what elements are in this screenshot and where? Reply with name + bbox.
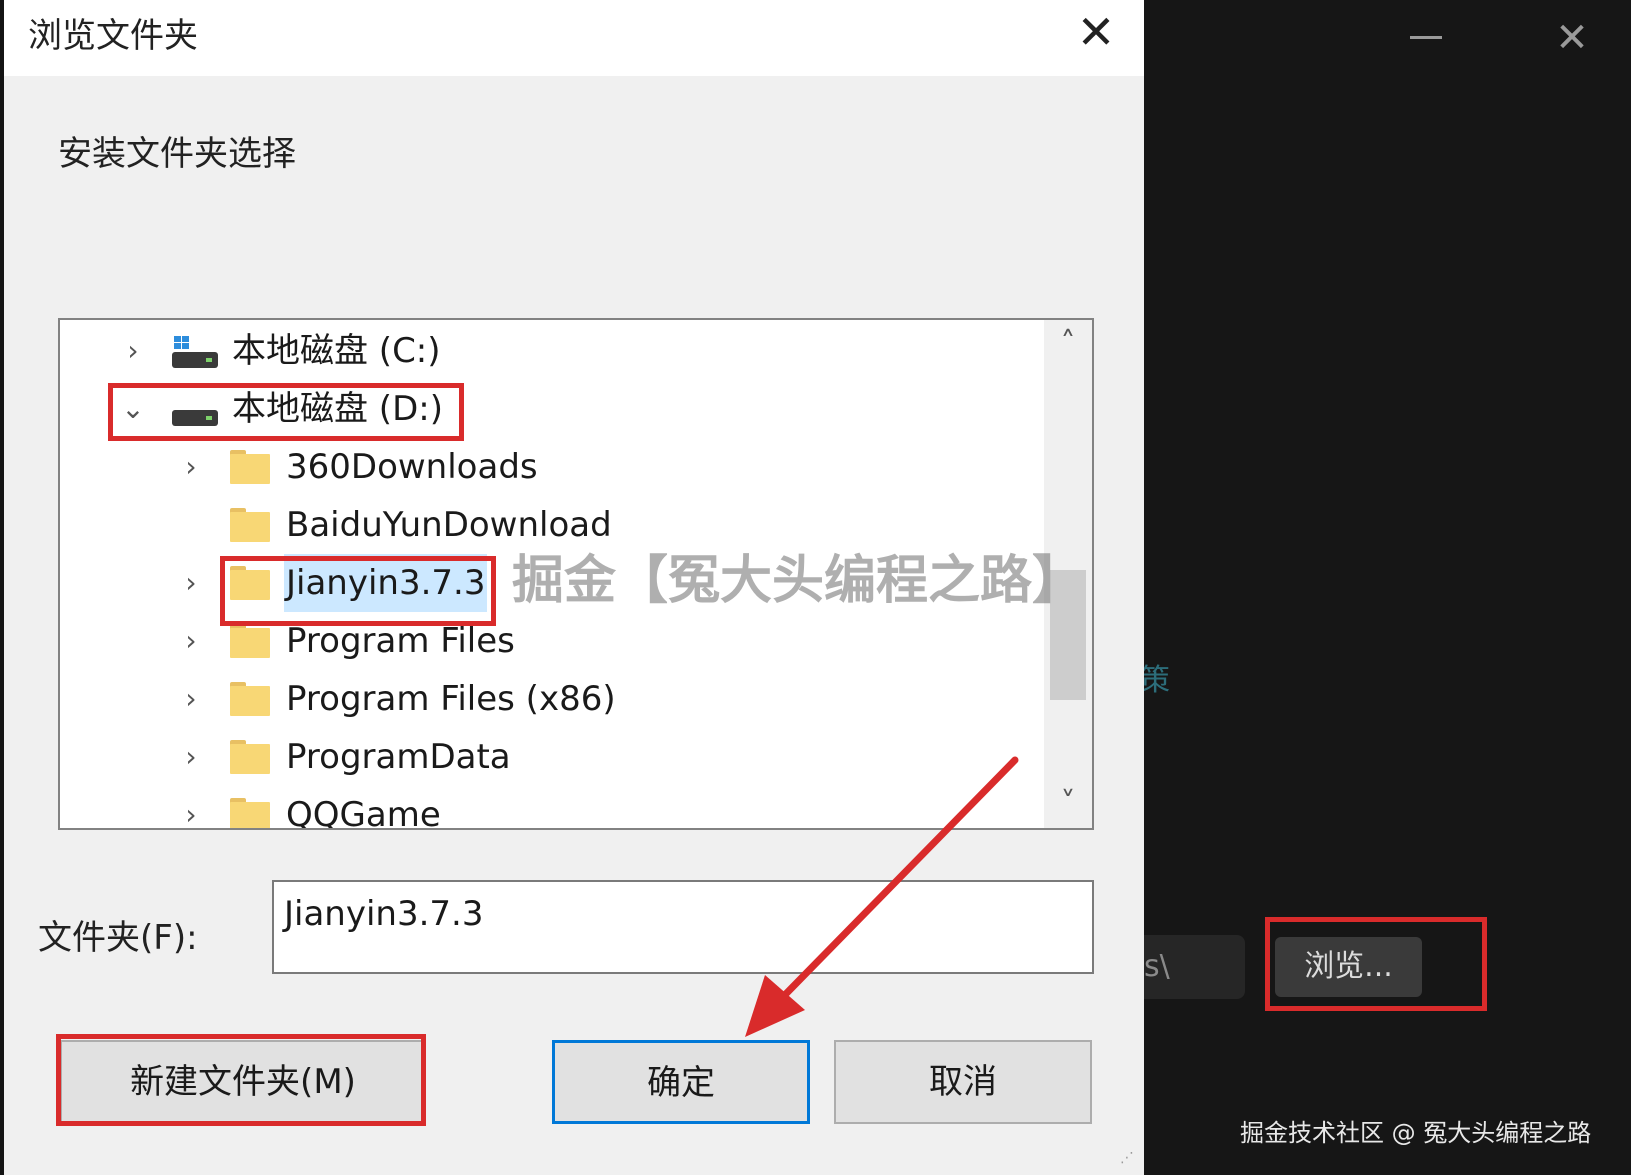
title-bar: 浏览文件夹 ✕ (4, 0, 1144, 76)
tree-item-label: Program Files (x86) (286, 679, 616, 719)
tree-item-label: Jianyin3.7.3 (284, 554, 488, 612)
drive-icon (172, 336, 218, 368)
folder-icon (230, 508, 270, 542)
tree-item-folder[interactable]: › Program Files (60, 612, 1040, 670)
tree-item-label: 360Downloads (286, 447, 538, 487)
chevron-down-icon[interactable]: ˅ (1044, 784, 1092, 824)
folder-icon (230, 798, 270, 828)
cancel-button[interactable]: 取消 (834, 1040, 1092, 1124)
new-folder-button[interactable]: 新建文件夹(M) (60, 1040, 426, 1124)
tree-item-folder[interactable]: › ProgramData (60, 728, 1040, 786)
chevron-right-icon[interactable]: › (178, 627, 204, 655)
tree-item-label: 本地磁盘 (D:) (232, 389, 443, 429)
tree-item-label: 本地磁盘 (C:) (232, 331, 441, 371)
close-icon[interactable]: ✕ (1552, 18, 1592, 58)
footer-watermark: 掘金技术社区 @ 冤大头编程之路 (1240, 1119, 1592, 1147)
chevron-down-icon[interactable]: ⌄ (120, 395, 146, 423)
overlay-watermark: 掘金【冤大头编程之路】 (512, 551, 1085, 611)
resize-grip-icon[interactable]: ⋰ (1120, 1150, 1140, 1170)
folder-icon (230, 450, 270, 484)
chevron-up-icon[interactable]: ˄ (1044, 324, 1092, 364)
close-icon[interactable]: ✕ (1064, 2, 1128, 66)
tree-item-folder[interactable]: › 360Downloads (60, 438, 1040, 496)
install-path-input[interactable]: s\ (1140, 935, 1245, 999)
folder-field-label: 文件夹(F): (38, 918, 198, 958)
folder-icon (230, 740, 270, 774)
chevron-right-icon[interactable]: › (178, 569, 204, 597)
folder-icon (230, 566, 270, 600)
tree-item-drive-d[interactable]: ⌄ 本地磁盘 (D:) (60, 380, 1040, 438)
chevron-right-icon[interactable]: › (178, 685, 204, 713)
chevron-right-icon[interactable]: › (178, 453, 204, 481)
folder-icon (230, 624, 270, 658)
chevron-right-icon[interactable]: › (178, 801, 204, 829)
tree-item-label: ProgramData (286, 737, 511, 777)
folder-name-input[interactable]: Jianyin3.7.3 (272, 880, 1094, 974)
tree-item-drive-c[interactable]: › 本地磁盘 (C:) (60, 322, 1040, 380)
browse-button[interactable]: 浏览... (1275, 937, 1422, 997)
tree-item-folder[interactable]: › QQGame (60, 786, 1040, 830)
ok-button[interactable]: 确定 (552, 1040, 810, 1124)
chevron-right-icon[interactable]: › (120, 337, 146, 365)
folder-icon (230, 682, 270, 716)
tree-item-label: QQGame (286, 795, 441, 830)
teal-text-fragment: 策 (1140, 663, 1170, 698)
drive-icon (172, 394, 218, 426)
minimize-icon[interactable] (1402, 22, 1452, 52)
tree-item-folder[interactable]: › Program Files (x86) (60, 670, 1040, 728)
tree-item-label: Program Files (286, 621, 515, 661)
chevron-right-icon[interactable]: › (178, 743, 204, 771)
background-app-window: ✕ 策 s\ 浏览... 掘金技术社区 @ 冤大头编程之路 (1140, 0, 1631, 1175)
dialog-title: 浏览文件夹 (28, 16, 198, 56)
dialog-description: 安装文件夹选择 (58, 134, 296, 174)
